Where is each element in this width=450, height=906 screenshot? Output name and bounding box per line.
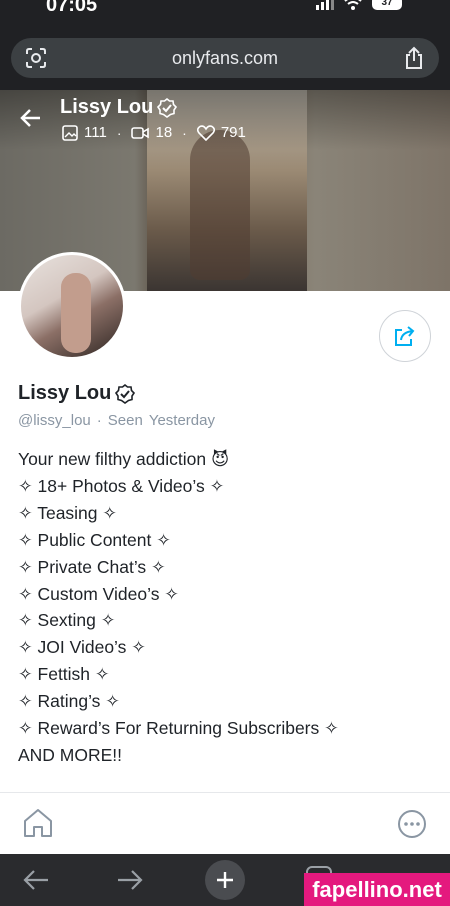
browser-back-icon[interactable] xyxy=(22,868,50,892)
photo-icon xyxy=(62,124,78,141)
bio-line: ✧ Teasing ✧ xyxy=(18,502,118,523)
videos-count: 18 xyxy=(155,124,173,141)
bio-line: ✧ 18+ Photos & Video’s ✧ xyxy=(18,475,225,496)
bio-line: ✧ Public Content ✧ xyxy=(18,529,171,550)
heart-icon xyxy=(196,124,215,141)
back-arrow-icon[interactable] xyxy=(20,108,42,128)
status-icons: 37 xyxy=(316,0,402,10)
bio-line: ✧ Reward’s For Returning Subscribers ✧ xyxy=(18,718,339,739)
signal-icon xyxy=(316,0,334,10)
address-bar[interactable]: onlyfans.com xyxy=(11,38,439,78)
stats-separator: · xyxy=(182,124,187,141)
status-time: 07:05 xyxy=(46,0,98,16)
battery-icon: 37 xyxy=(372,0,402,10)
verified-icon xyxy=(157,97,178,118)
handle-row: @lissy_lou · Seen Yesterday xyxy=(18,412,215,429)
profile-handle: @lissy_lou xyxy=(18,412,91,429)
handle-separator: · xyxy=(96,412,102,429)
seen-label: Seen xyxy=(107,412,143,429)
bio: Your new filthy addiction 😈 ✧ 18+ Photos… xyxy=(18,446,339,769)
new-tab-button[interactable] xyxy=(205,860,245,900)
avatar[interactable] xyxy=(18,252,126,360)
divider xyxy=(0,792,450,793)
stats-separator: · xyxy=(116,124,122,141)
bio-line: ✧ Sexting ✧ xyxy=(18,610,116,631)
cover-stats: 111 · 18 · 791 xyxy=(62,124,246,141)
cover-figure xyxy=(190,130,250,280)
profile-name: Lissy Lou xyxy=(18,382,136,405)
bio-line: ✧ Fettish ✧ xyxy=(18,664,110,685)
seen-value: Yesterday xyxy=(148,412,215,429)
home-icon[interactable] xyxy=(22,808,54,838)
cover-name-text: Lissy Lou xyxy=(60,96,154,118)
share-icon[interactable] xyxy=(403,46,425,70)
bio-line: ✧ JOI Video’s ✧ xyxy=(18,637,146,658)
profile-name-text: Lissy Lou xyxy=(18,382,112,404)
bio-line: ✧ Private Chat’s ✧ xyxy=(18,556,166,577)
more-options-icon[interactable] xyxy=(397,809,427,839)
browser-forward-icon[interactable] xyxy=(116,868,144,892)
status-bar: 07:05 37 xyxy=(0,0,450,30)
url-text[interactable]: onlyfans.com xyxy=(11,48,439,69)
avatar-figure xyxy=(61,273,91,353)
share-arrow-icon xyxy=(395,326,415,346)
share-profile-button[interactable] xyxy=(379,310,431,362)
cover-header-name: Lissy Lou xyxy=(60,96,178,119)
verified-icon xyxy=(115,383,136,404)
bio-line: ✧ Rating’s ✧ xyxy=(18,691,120,712)
bio-line: AND MORE!! xyxy=(18,744,123,765)
browser-toolbar: onlyfans.com xyxy=(0,30,450,90)
wifi-icon xyxy=(344,0,362,10)
video-icon xyxy=(131,126,150,139)
bio-line: Your new filthy addiction 😈 xyxy=(18,449,230,469)
bio-line: ✧ Custom Video’s ✧ xyxy=(18,583,179,604)
photos-count: 111 xyxy=(84,124,107,141)
likes-count: 791 xyxy=(220,124,246,141)
plus-icon xyxy=(217,872,233,888)
watermark: fapellino.net xyxy=(304,873,450,906)
